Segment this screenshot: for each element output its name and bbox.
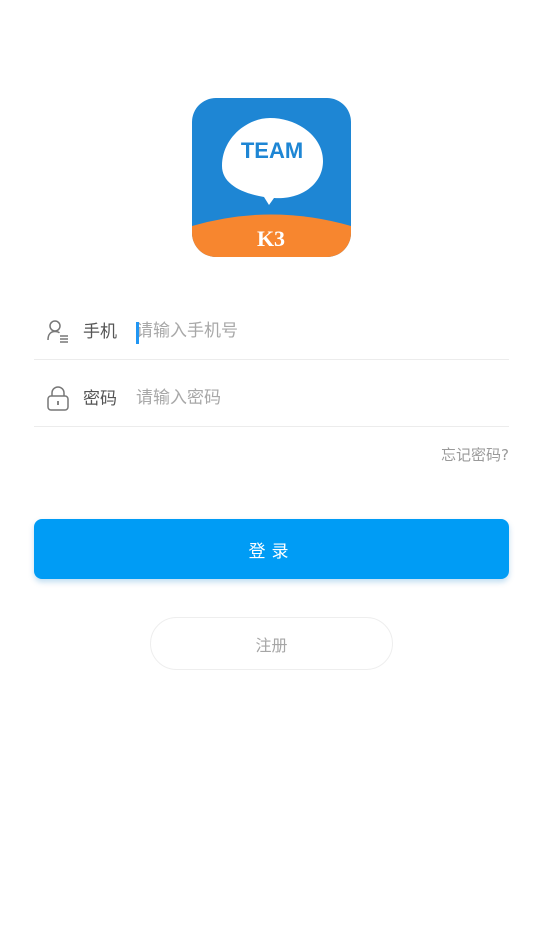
app-logo: TEAM K3	[192, 98, 351, 257]
forgot-password-link[interactable]: 忘记密码?	[441, 444, 509, 465]
phone-input[interactable]	[136, 316, 476, 346]
logo-badge-text: K3	[257, 226, 285, 251]
text-caret	[136, 322, 139, 344]
phone-row: 手机	[34, 294, 509, 360]
logo-text: TEAM	[241, 138, 303, 163]
phone-label: 手机	[83, 322, 117, 342]
password-label: 密码	[83, 389, 117, 409]
user-list-icon	[46, 318, 70, 344]
lock-icon	[46, 385, 70, 411]
password-row: 密码	[34, 361, 509, 427]
register-button[interactable]: 注册	[150, 617, 393, 670]
password-input[interactable]	[136, 383, 476, 413]
login-button[interactable]: 登录	[34, 519, 509, 579]
